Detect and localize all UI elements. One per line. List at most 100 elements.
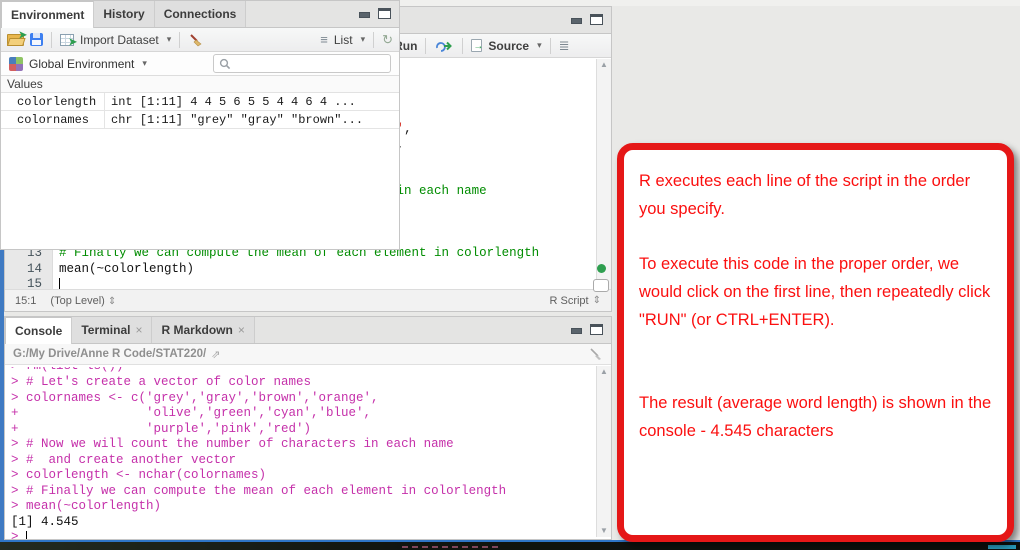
console-line: > colorlength <- nchar(colornames) [11, 468, 596, 484]
close-icon[interactable]: × [135, 323, 142, 337]
tab-connections[interactable]: Connections [155, 1, 247, 27]
editor-scrollbar[interactable]: ▲ ▼ [596, 59, 611, 289]
chevron-down-icon[interactable]: ▾ [361, 34, 366, 45]
scroll-up-icon[interactable]: ▲ [600, 61, 608, 69]
scroll-down-icon[interactable]: ▼ [600, 527, 608, 535]
console-line: > # Let's create a vector of color names [11, 375, 596, 391]
minimize-pane-icon[interactable] [358, 8, 371, 19]
environment-search-input[interactable] [235, 58, 385, 70]
chevron-down-icon[interactable]: ▾ [142, 58, 147, 69]
environment-pane: Environment History Connections ➤ ➤ Impo… [0, 0, 400, 250]
environment-values-list: colorlengthint [1:11] 4 4 5 6 5 5 4 4 6 … [1, 93, 399, 129]
console-tabbar: Console Terminal × R Markdown × [5, 317, 611, 344]
line-number: 15 [5, 277, 42, 289]
environment-scope-selector[interactable]: Global Environment [29, 57, 134, 71]
save-workspace-icon[interactable] [30, 33, 43, 46]
chevron-down-icon[interactable]: ▾ [167, 34, 172, 45]
clear-environment-broom-icon[interactable] [188, 32, 203, 47]
scroll-up-icon[interactable]: ▲ [600, 368, 608, 376]
import-dataset-icon[interactable]: ➤ [60, 34, 74, 46]
variable-name: colorlength [1, 93, 105, 110]
list-view-button[interactable]: List [334, 33, 353, 47]
goto-directory-icon[interactable]: ⇗ [211, 348, 220, 361]
line-number: 14 [5, 262, 42, 278]
source-statusbar: 15:1 (Top Level) ⇕ R Script ⇕ [5, 289, 611, 311]
file-type-selector[interactable]: R Script [549, 295, 588, 307]
maximize-pane-icon[interactable] [378, 8, 391, 19]
tab-label: Connections [164, 7, 237, 21]
cursor-position: 15:1 [15, 295, 36, 307]
tab-label: R Markdown [161, 323, 232, 337]
import-dataset-button[interactable]: Import Dataset [80, 33, 159, 47]
console-line: [1] 4.545 [11, 515, 596, 531]
console-line: > colornames <- c('grey','gray','brown',… [11, 391, 596, 407]
working-directory: G:/My Drive/Anne R Code/STAT220/ [13, 348, 206, 360]
desktop-strip-detail [402, 546, 502, 548]
desktop-strip [0, 542, 1020, 550]
maximize-pane-icon[interactable] [590, 324, 603, 335]
environment-scope-row: Global Environment ▾ [1, 52, 399, 76]
console-pathbar: G:/My Drive/Anne R Code/STAT220/ ⇗ [5, 344, 611, 365]
console-pane: Console Terminal × R Markdown × G:/My Dr… [4, 316, 612, 540]
scope-selector[interactable]: (Top Level) ⇕ [50, 295, 116, 307]
updown-icon: ⇕ [593, 295, 601, 306]
minimize-pane-icon[interactable] [570, 14, 583, 25]
console-line: + 'purple','pink','red') [11, 422, 596, 438]
text-cursor [26, 531, 27, 539]
code-line[interactable] [59, 277, 611, 289]
source-file-icon: → [471, 39, 482, 52]
desktop-strip-detail [988, 545, 1016, 549]
annotation-paragraph: To execute this code in the proper order… [639, 250, 992, 334]
environment-search-box[interactable] [213, 54, 391, 73]
environment-value-row[interactable]: colornameschr [1:11] "grey" "gray" "brow… [1, 111, 399, 129]
list-view-icon[interactable]: ≡ [320, 32, 328, 47]
maximize-pane-icon[interactable] [590, 14, 603, 25]
rerun-icon[interactable] [434, 40, 454, 52]
chevron-down-icon[interactable]: ▾ [537, 40, 542, 51]
console-line: > [11, 530, 596, 539]
console-line: > # Finally we can compute the mean of e… [11, 484, 596, 500]
close-icon[interactable]: × [238, 323, 245, 337]
minimize-pane-icon[interactable] [570, 324, 583, 335]
hidden-pane-sliver-icon [597, 264, 606, 273]
updown-icon: ⇕ [108, 296, 116, 307]
code-line[interactable]: mean(~colorlength) [59, 262, 611, 278]
environment-tabbar: Environment History Connections [1, 1, 399, 28]
refresh-icon[interactable]: ↻ [382, 32, 393, 48]
environment-toolbar: ➤ ➤ Import Dataset ▾ ≡ List ▾ ↻ [1, 28, 399, 52]
console-line: > mean(~colorlength) [11, 499, 596, 515]
code-segment: mean(~colorlength) [59, 262, 194, 276]
console-line: > # Now we will count the number of char… [11, 437, 596, 453]
text-cursor [59, 278, 60, 289]
console-line: > rm(list=ls()) [11, 367, 596, 375]
tab-label: Console [15, 324, 62, 338]
console-line: + 'olive','green','cyan','blue', [11, 406, 596, 422]
tab-console[interactable]: Console [5, 317, 72, 344]
annotation-paragraph: The result (average word length) is show… [639, 389, 992, 445]
hidden-pane-sliver-box [593, 279, 609, 292]
clear-console-icon[interactable] [589, 347, 603, 361]
load-workspace-icon[interactable]: ➤ [7, 34, 24, 46]
tab-label: History [103, 7, 144, 21]
variable-value: chr [1:11] "grey" "gray" "brown"... [105, 113, 363, 127]
tab-r-markdown[interactable]: R Markdown × [152, 317, 254, 343]
annotation-paragraph: R executes each line of the script in th… [639, 167, 992, 223]
tab-label: Terminal [81, 323, 130, 337]
variable-value: int [1:11] 4 4 5 6 5 5 4 4 6 4 ... [105, 95, 356, 109]
environment-value-row[interactable]: colorlengthint [1:11] 4 4 5 6 5 5 4 4 6 … [1, 93, 399, 111]
console-scrollbar[interactable]: ▲ ▼ [596, 366, 611, 537]
variable-name: colornames [1, 111, 105, 128]
search-icon [219, 58, 231, 70]
tab-terminal[interactable]: Terminal × [72, 317, 152, 343]
tab-history[interactable]: History [94, 1, 154, 27]
console-output[interactable]: > rm(list=ls())> # Let's create a vector… [5, 366, 596, 539]
source-button[interactable]: Source [488, 39, 529, 53]
console-line: > # and create another vector [11, 453, 596, 469]
tab-environment[interactable]: Environment [1, 1, 94, 28]
document-outline-icon[interactable]: ≣ [559, 38, 569, 54]
values-section-header: Values [1, 76, 399, 93]
annotation-callout: R executes each line of the script in th… [617, 143, 1014, 542]
tab-label: Environment [11, 8, 84, 22]
code-segment: , [404, 122, 412, 136]
environment-cube-icon [9, 57, 23, 71]
